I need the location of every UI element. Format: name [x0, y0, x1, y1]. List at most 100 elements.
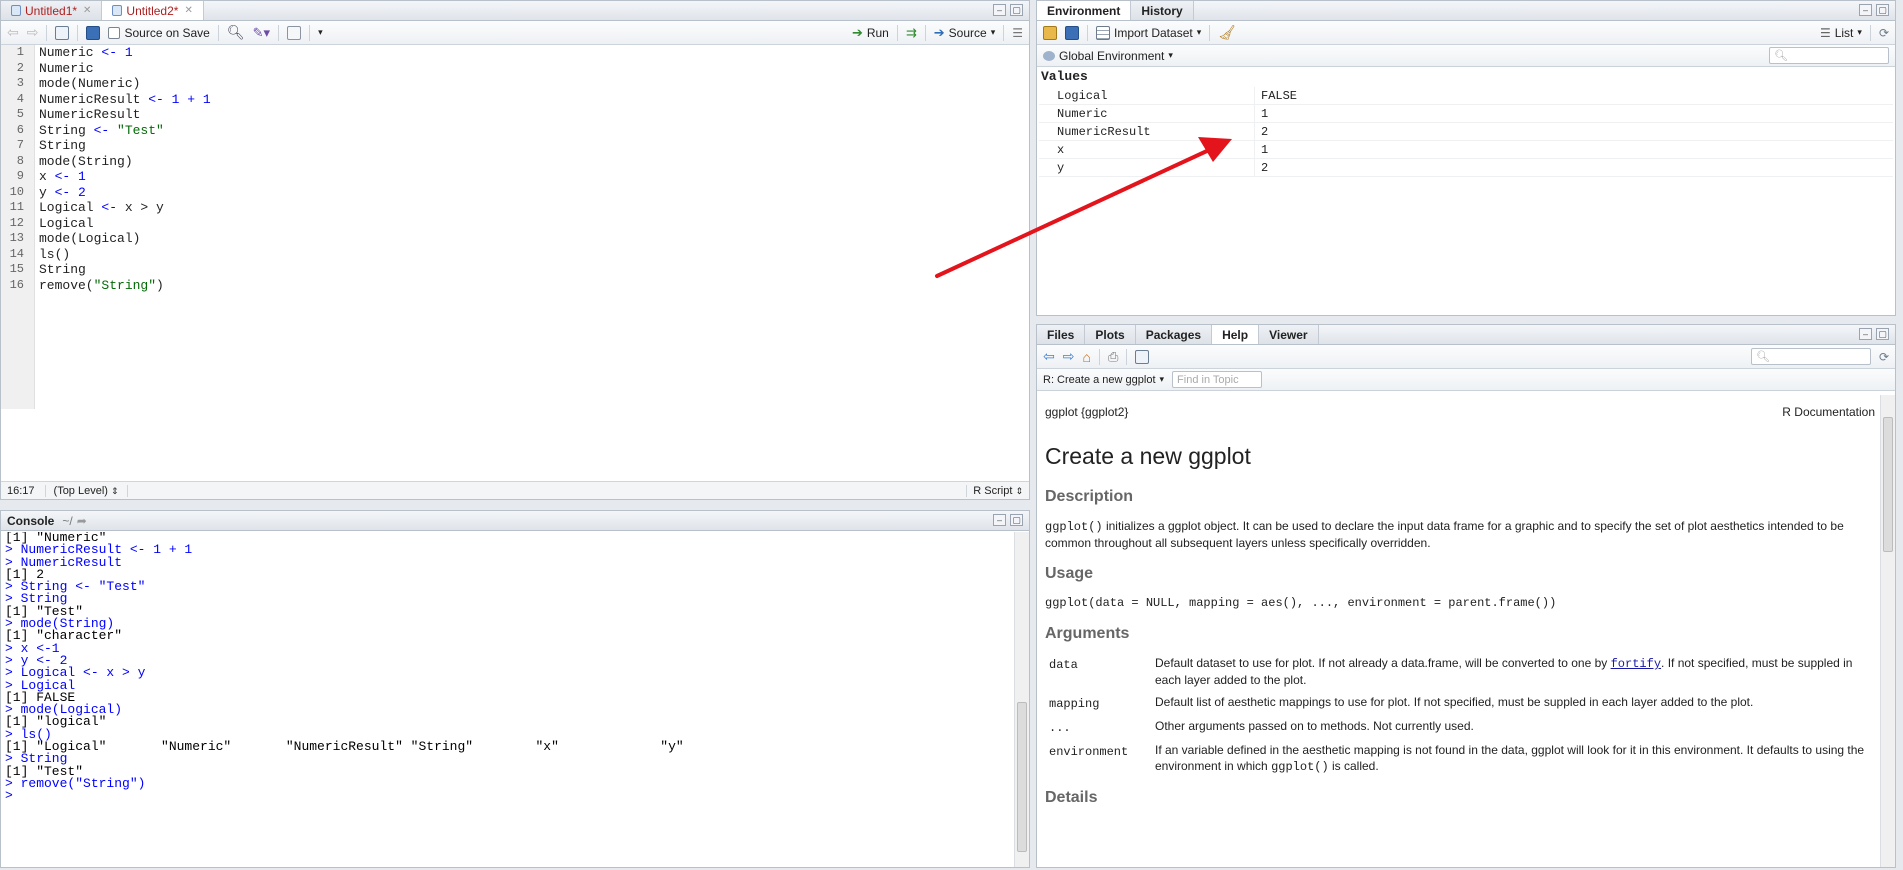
tab-environment[interactable]: Environment [1037, 1, 1132, 20]
code-line[interactable]: Numeric <- 1 [39, 45, 211, 61]
help-document: ggplot {ggplot2} R Documentation Create … [1045, 395, 1875, 867]
environment-search-input[interactable]: 🔍︎ [1769, 47, 1889, 64]
console-title: Console [7, 513, 55, 528]
back-arrow-icon[interactable]: ⇦ [7, 24, 19, 41]
source-button[interactable]: ➔ Source ▾ [934, 25, 995, 41]
forward-arrow-icon[interactable]: ⇨ [27, 24, 39, 41]
console-line: [1] "Test" [5, 603, 84, 619]
code-line[interactable]: String [39, 138, 211, 154]
code-line[interactable]: String <- "Test" [39, 123, 211, 139]
load-workspace-icon[interactable] [1043, 25, 1057, 40]
save-icon[interactable] [1065, 25, 1079, 40]
refresh-icon[interactable]: ⟳ [1879, 350, 1889, 364]
tab-history[interactable]: History [1131, 1, 1194, 20]
var-value: FALSE [1254, 87, 1297, 104]
console-line: [1] "Test" [5, 763, 84, 779]
environment-toolbar: Import Dataset ▾ 🧹︎ ☰ List ▾ ⟳ [1037, 21, 1895, 45]
env-row[interactable]: x 1 [1039, 141, 1893, 159]
minimize-icon[interactable]: – [993, 514, 1006, 526]
code-lines[interactable]: Numeric <- 1 Numeric mode(Numeric) NumericR… [39, 45, 211, 293]
more-dropdown-icon[interactable]: ▾ [318, 27, 323, 38]
broom-icon[interactable]: 🧹︎ [1218, 24, 1236, 41]
code-line[interactable]: mode(String) [39, 154, 211, 170]
code-line[interactable]: NumericResult <- 1 + 1 [39, 92, 211, 108]
code-editor[interactable]: 1 2 3 4 5 6 7 8 9 10 11 12 13 14 15 16 N… [1, 45, 1029, 409]
console-scrollbar[interactable] [1014, 532, 1029, 867]
view-mode-selector[interactable]: ☰ List ▾ [1820, 26, 1862, 40]
tab-untitled1[interactable]: Untitled1* ✕ [1, 1, 103, 20]
code-line[interactable]: String [39, 262, 211, 278]
search-icon[interactable]: 🔍︎ [227, 24, 245, 41]
code-line[interactable]: Logical [39, 216, 211, 232]
divider [278, 24, 280, 41]
find-in-topic-input[interactable]: Find in Topic [1172, 371, 1263, 388]
chevron-down-icon[interactable]: ▾ [991, 27, 996, 38]
chevron-down-icon: ▾ [1857, 27, 1862, 37]
minimize-icon[interactable]: – [1859, 4, 1872, 16]
maximize-icon[interactable]: ▢ [1876, 328, 1889, 340]
run-button[interactable]: ➔ Run [852, 25, 889, 41]
forward-arrow-icon[interactable]: ⇨ [1063, 348, 1075, 365]
tab-plots[interactable]: Plots [1085, 325, 1136, 344]
environment-tabbar: Environment History – ▢ [1037, 1, 1895, 21]
env-row[interactable]: NumericResult 2 [1039, 123, 1893, 141]
code-line[interactable]: Logical <- x > y [39, 200, 211, 216]
source-on-save-checkbox[interactable]: Source on Save [108, 26, 210, 40]
refresh-icon[interactable]: ⟳ [1879, 26, 1889, 40]
console-output[interactable]: [1] "Numeric" > NumericResult <- 1 + 1 > N… [1, 532, 1014, 867]
back-arrow-icon[interactable]: ⇦ [1043, 348, 1055, 365]
maximize-icon[interactable]: ▢ [1010, 4, 1023, 16]
tab-help[interactable]: Help [1212, 325, 1260, 344]
outline-icon[interactable]: ☰ [1012, 26, 1023, 40]
code-line[interactable]: remove("String") [39, 278, 211, 294]
help-scrollbar[interactable] [1880, 395, 1895, 867]
show-in-window-icon[interactable] [55, 25, 70, 40]
code-tools-wand-icon[interactable]: ✎▾ [253, 25, 270, 41]
tab-untitled2[interactable]: Untitled2* ✕ [102, 1, 204, 20]
source-label: Source [948, 25, 987, 40]
scope-label: (Top Level) [53, 484, 108, 497]
code-line[interactable]: y <- 2 [39, 185, 211, 201]
scrollbar-thumb[interactable] [1883, 417, 1893, 552]
rerun-icon[interactable]: ⇉ [906, 25, 917, 41]
environment-scope-selector[interactable]: Global Environment ▾ [1043, 49, 1173, 63]
go-to-directory-icon[interactable]: ➦ [77, 514, 87, 528]
tab-packages[interactable]: Packages [1135, 325, 1213, 344]
code-line[interactable]: mode(Logical) [39, 231, 211, 247]
help-search-input[interactable]: 🔍︎ [1750, 348, 1871, 365]
maximize-icon[interactable]: ▢ [1010, 514, 1023, 526]
code-token: ) [156, 277, 164, 293]
table-icon [1096, 25, 1110, 40]
help-topic-selector[interactable]: R: Create a new ggplot ▾ [1043, 374, 1164, 386]
run-label: Run [866, 25, 889, 40]
minimize-icon[interactable]: – [993, 4, 1006, 16]
env-row[interactable]: Logical FALSE [1039, 87, 1893, 105]
show-in-window-icon[interactable] [1135, 349, 1150, 364]
compile-report-icon[interactable] [287, 25, 302, 40]
scrollbar-thumb[interactable] [1017, 702, 1027, 852]
code-line[interactable]: Numeric [39, 61, 211, 77]
code-line[interactable]: ls() [39, 247, 211, 263]
close-icon[interactable]: ✕ [184, 5, 192, 16]
code-token: x > y [124, 200, 164, 215]
import-dataset-button[interactable]: Import Dataset ▾ [1096, 25, 1201, 40]
scope-selector[interactable]: (Top Level) ⇕ [46, 484, 128, 497]
checkbox-icon[interactable] [108, 26, 121, 39]
arg-desc: Default list of aesthetic mappings to us… [1155, 695, 1754, 709]
code-line[interactable]: x <- 1 [39, 169, 211, 185]
tab-files[interactable]: Files [1037, 325, 1086, 344]
filetype-selector[interactable]: R Script ⇕ [966, 484, 1029, 497]
tab-viewer[interactable]: Viewer [1259, 325, 1319, 344]
minimize-icon[interactable]: – [1859, 328, 1872, 340]
env-row[interactable]: y 2 [1039, 159, 1893, 177]
code-line[interactable]: NumericResult [39, 107, 211, 123]
code-line[interactable]: mode(Numeric) [39, 76, 211, 92]
fortify-link[interactable]: fortify [1611, 657, 1661, 671]
home-icon[interactable]: ⌂ [1082, 349, 1090, 365]
close-icon[interactable]: ✕ [83, 5, 91, 16]
print-icon[interactable]: ⎙ [1108, 349, 1118, 365]
save-icon[interactable] [86, 25, 101, 40]
search-icon: 🔍︎ [1755, 351, 1770, 363]
env-row[interactable]: Numeric 1 [1039, 105, 1893, 123]
maximize-icon[interactable]: ▢ [1876, 4, 1889, 16]
